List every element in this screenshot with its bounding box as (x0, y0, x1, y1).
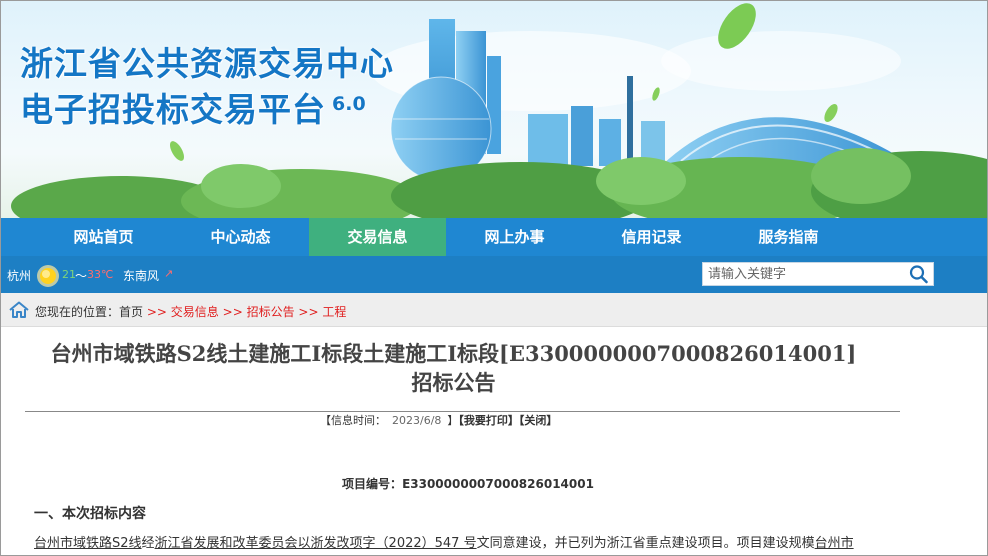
header-banner: 浙江省公共资源交易中心 电子招投标交易平台 6.0 (1, 1, 987, 218)
breadcrumb-prefix: 您现在的位置： (35, 305, 120, 319)
search-input[interactable] (703, 263, 903, 285)
body-paragraph: 台州市域铁路S2线经浙江省发展和改革委员会以浙发改项字（2022）547 号文同… (34, 532, 854, 551)
weather-city: 杭州 (7, 269, 32, 283)
platform-title-line1: 浙江省公共资源交易中心 (20, 44, 394, 83)
breadcrumb-link-tender-notice[interactable]: 招标公告 (247, 305, 295, 319)
main-nav: 网站首页 中心动态 交易信息 网上办事 信用记录 服务指南 (1, 218, 987, 256)
weather-temp-high: 33℃ (87, 268, 114, 281)
body-underlined-approval: 浙江省发展和改革委员会以浙发改项字（2022）547 号 (154, 536, 477, 551)
search-icon[interactable] (908, 264, 930, 284)
nav-item-service-guide[interactable]: 服务指南 (720, 218, 857, 256)
meta-label: 【信息时间： (320, 414, 386, 427)
article-title-line2: 招标公告 (411, 370, 496, 395)
breadcrumb-bar: 您现在的位置：首页 >> 交易信息 >> 招标公告 >> 工程 (1, 293, 987, 327)
breadcrumb-separator: >> (146, 305, 167, 319)
close-button[interactable]: 【关闭】 (519, 414, 558, 427)
page-frame: 浙江省公共资源交易中心 电子招投标交易平台 6.0 网站首页 中心动态 交易信息… (0, 0, 988, 556)
article-title: 台州市域铁路S2线土建施工Ⅰ标段土建施工Ⅰ标段[E330000000700082… (1, 339, 906, 397)
article-meta: 【信息时间： 2023/6/8 】【我要打印】【关闭】 (320, 412, 557, 428)
weather-wind: 东南风 (123, 269, 160, 283)
nav-item-online-service[interactable]: 网上办事 (446, 218, 583, 256)
info-bar: 杭州 21 ～ 33℃ 东南风 ↗ (1, 256, 987, 293)
nav-item-home[interactable]: 网站首页 (35, 218, 172, 256)
project-number-value: E3300000007000826014001 (402, 477, 594, 491)
print-button[interactable]: 【我要打印】 (458, 414, 519, 427)
project-number-label: 项目编号： (342, 477, 403, 491)
nav-item-trade-info[interactable]: 交易信息 (309, 218, 446, 256)
home-icon (9, 301, 29, 318)
sun-icon (37, 265, 59, 287)
platform-title-line2: 电子招投标交易平台 (20, 90, 326, 129)
nav-item-center-news[interactable]: 中心动态 (172, 218, 309, 256)
weather-temp-separator: ～ (75, 269, 88, 283)
article-title-line1: 台州市域铁路S2线土建施工Ⅰ标段土建施工Ⅰ标段[E330000000700082… (50, 341, 857, 366)
meta-date: 2023/6/8 (392, 414, 442, 427)
breadcrumb-link-trade-info[interactable]: 交易信息 (171, 305, 219, 319)
project-number: 项目编号：E3300000007000826014001 (1, 475, 935, 492)
breadcrumb-separator: >> (222, 305, 243, 319)
wind-direction-icon: ↗ (164, 267, 174, 280)
body-underlined-project: 台州市域铁路S2线 (34, 536, 142, 551)
breadcrumb: 您现在的位置：首页 >> 交易信息 >> 招标公告 >> 工程 (35, 303, 346, 320)
weather-temp-low: 21 (62, 268, 76, 281)
body-underlined-scale: 台州市 (814, 536, 854, 551)
platform-version: 6.0 (332, 93, 366, 115)
nav-item-credit-record[interactable]: 信用记录 (583, 218, 720, 256)
breadcrumb-link-engineering[interactable]: 工程 (322, 305, 346, 319)
meta-close-bracket: 】 (447, 414, 459, 427)
breadcrumb-home-link[interactable]: 首页 (119, 305, 143, 319)
breadcrumb-separator: >> (298, 305, 319, 319)
body-text-connector: 经 (141, 536, 155, 551)
search-box (702, 262, 934, 286)
section-heading: 一、本次招标内容 (34, 506, 146, 522)
body-text-main: 文同意建设，并已列为浙江省重点建设项目。项目建设规模 (476, 536, 815, 551)
